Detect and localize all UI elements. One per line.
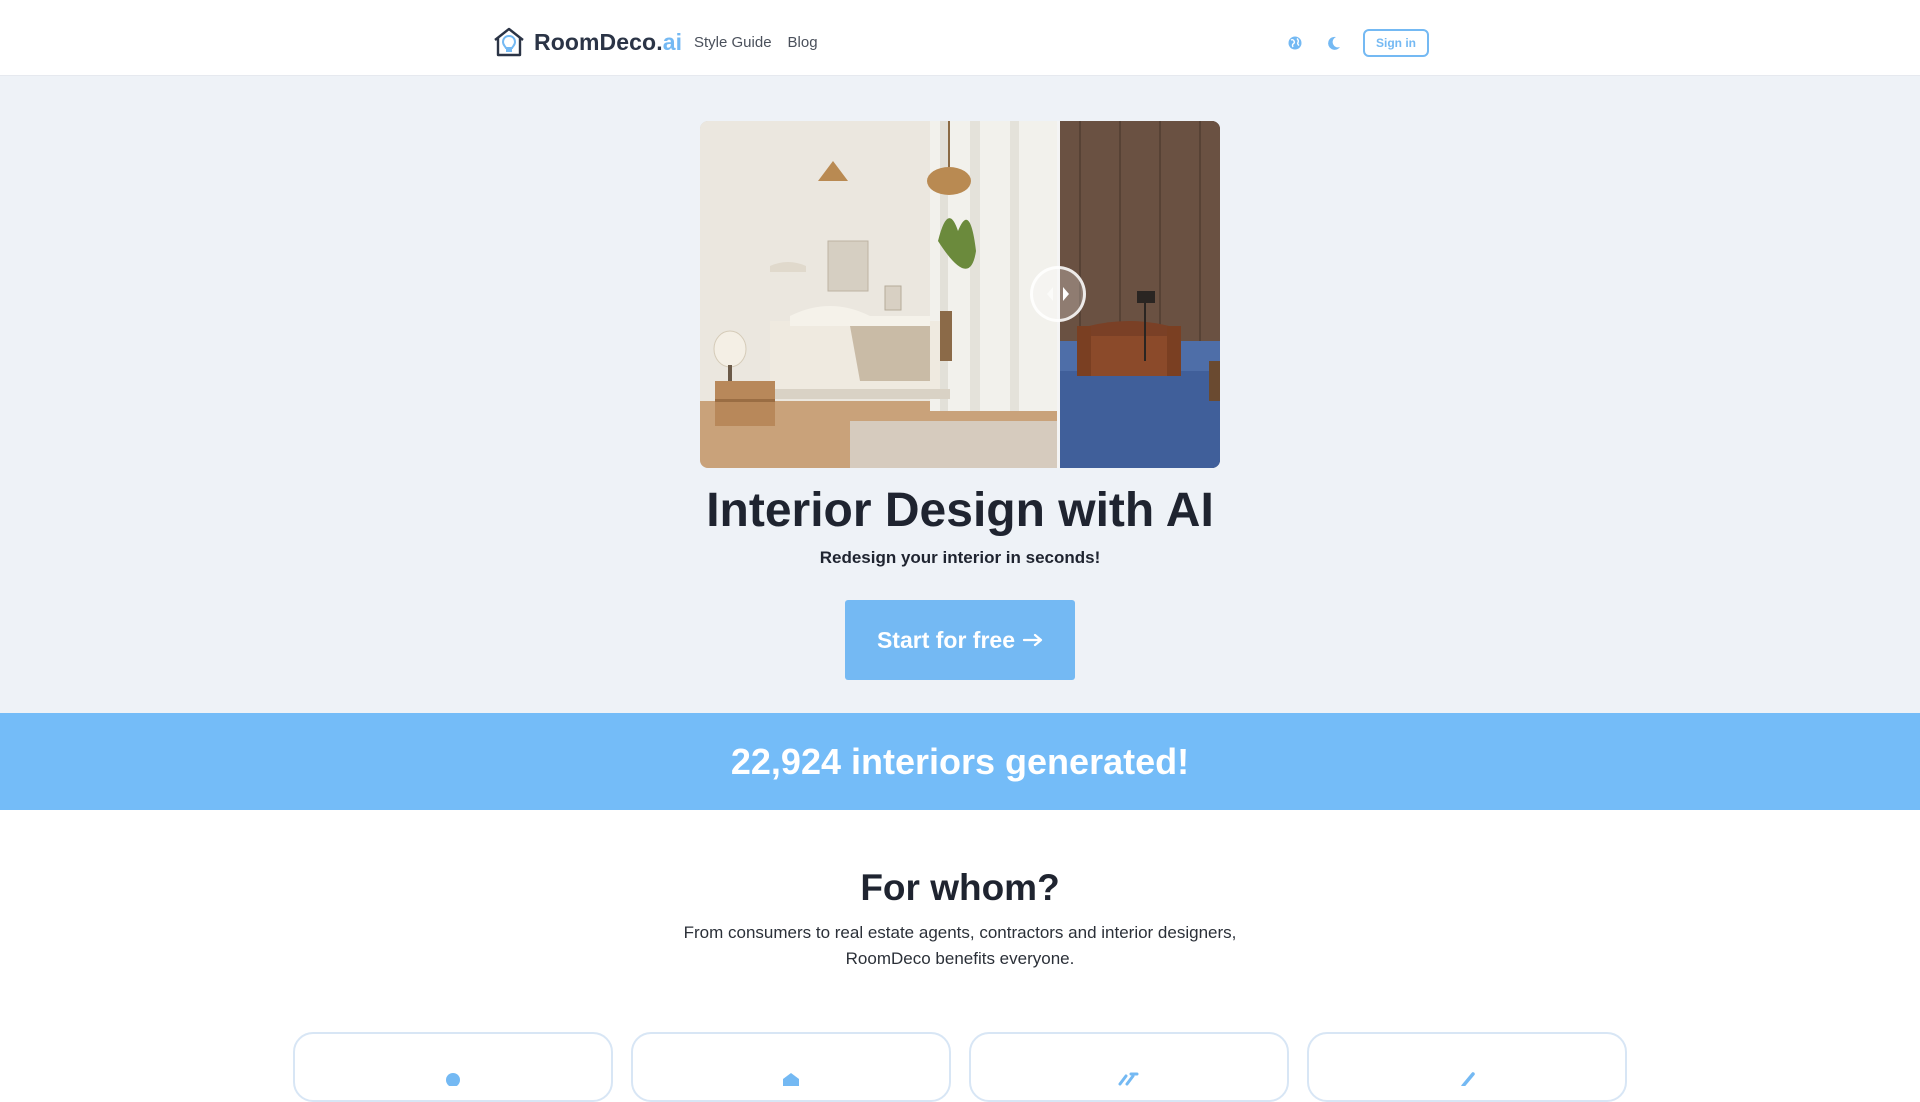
audience-cards — [293, 1032, 1627, 1102]
house-icon — [783, 1073, 799, 1086]
hero-subtitle: Redesign your interior in seconds! — [819, 548, 1101, 567]
audience-card — [1307, 1032, 1627, 1102]
house-logo-icon — [494, 27, 524, 57]
moon-icon[interactable] — [1324, 34, 1342, 52]
bedroom-image — [700, 121, 1058, 468]
for-whom-description: From consumers to real estate agents, co… — [660, 920, 1260, 972]
audience-card — [631, 1032, 951, 1102]
main-nav: Style Guide Blog — [694, 34, 818, 51]
nav-blog[interactable]: Blog — [788, 34, 818, 51]
for-whom-description-line: RoomDeco benefits everyone. — [845, 949, 1075, 968]
audience-card — [969, 1032, 1289, 1102]
user-icon — [446, 1073, 460, 1086]
before-after-image-slider[interactable] — [700, 121, 1220, 468]
pencil-icon — [1461, 1072, 1475, 1086]
sign-in-button[interactable]: Sign in — [1363, 29, 1429, 57]
brand-logo[interactable]: RoomDeco.ai — [492, 26, 682, 58]
interiors-counter-banner: 22,924 interiors generated! — [0, 713, 1920, 810]
nav-style-guide[interactable]: Style Guide — [694, 34, 772, 51]
brand-name: RoomDeco.ai — [534, 28, 683, 55]
start-for-free-button[interactable]: Start for free — [845, 600, 1075, 680]
interiors-counter-text: 22,924 interiors generated! — [730, 740, 1190, 782]
globe-icon[interactable] — [1286, 34, 1304, 52]
cta-label: Start for free — [876, 626, 1016, 653]
left-right-arrows-icon — [1047, 287, 1069, 301]
tools-icon — [1118, 1072, 1139, 1086]
slider-handle[interactable] — [1030, 266, 1086, 322]
arrow-right-icon — [1023, 633, 1043, 647]
for-whom-description-line: From consumers to real estate agents, co… — [683, 923, 1237, 942]
for-whom-title: For whom? — [860, 867, 1060, 908]
hero-title: Interior Design with AI — [706, 484, 1214, 537]
top-navbar: RoomDeco.ai Style Guide Blog Sign in — [0, 0, 1920, 76]
audience-card — [293, 1032, 613, 1102]
